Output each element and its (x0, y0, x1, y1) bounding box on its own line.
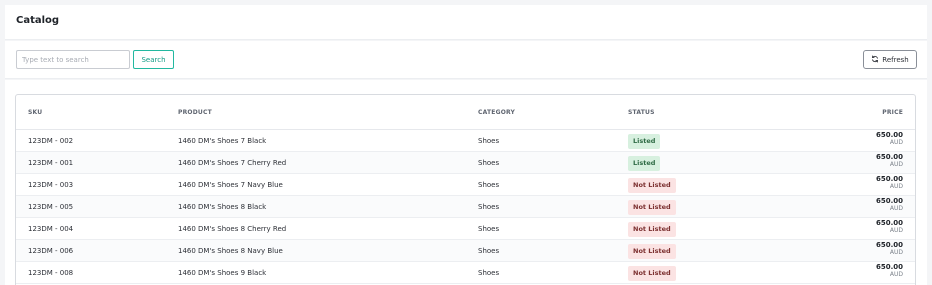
status-badge: Not Listed (628, 244, 676, 259)
price-amount: 650.00 (875, 263, 903, 271)
sku-cell: 123DM - 003 (28, 181, 74, 189)
refresh-button[interactable]: Refresh (863, 50, 917, 69)
search-input[interactable] (16, 50, 130, 69)
table-row[interactable]: 123DM - 004 1460 DM's Shoes 8 Cherry Red… (16, 218, 915, 240)
price-currency: AUD (889, 271, 903, 278)
status-badge: Not Listed (628, 200, 676, 215)
sku-cell: 123DM - 004 (28, 225, 74, 233)
sku-cell: 123DM - 006 (28, 247, 74, 255)
table-row[interactable]: 123DM - 002 1460 DM's Shoes 7 Black Shoe… (16, 130, 915, 152)
price-currency: AUD (889, 205, 903, 212)
price-currency: AUD (889, 249, 903, 256)
price-amount: 650.00 (875, 175, 903, 183)
category-cell: Shoes (478, 225, 500, 233)
price-cell: 650.00 AUD (876, 132, 903, 146)
status-badge: Not Listed (628, 222, 676, 237)
search-button[interactable]: Search (133, 50, 174, 69)
table-row[interactable]: 123DM - 003 1460 DM's Shoes 7 Navy Blue … (16, 174, 915, 196)
price-currency: AUD (889, 227, 903, 234)
price-cell: 650.00 AUD (876, 154, 903, 168)
price-currency: AUD (889, 161, 903, 168)
sku-cell: 123DM - 008 (28, 269, 74, 277)
column-header-sku[interactable]: SKU (28, 109, 42, 116)
table-row[interactable]: 123DM - 006 1460 DM's Shoes 8 Navy Blue … (16, 240, 915, 262)
toolbar: Search Refresh (5, 41, 927, 79)
price-cell: 650.00 AUD (876, 198, 903, 212)
price-cell: 650.00 AUD (876, 176, 903, 190)
product-cell: 1460 DM's Shoes 9 Black (178, 269, 267, 277)
page-title: Catalog (16, 15, 60, 26)
category-cell: Shoes (478, 181, 500, 189)
column-header-category[interactable]: CATEGORY (478, 109, 515, 116)
status-badge: Listed (628, 156, 661, 171)
page-header: Catalog (5, 5, 927, 40)
sku-cell: 123DM - 001 (28, 159, 74, 167)
category-cell: Shoes (478, 203, 500, 211)
price-amount: 650.00 (875, 197, 903, 205)
product-cell: 1460 DM's Shoes 7 Navy Blue (178, 181, 283, 189)
status-badge: Listed (628, 134, 661, 149)
column-header-product[interactable]: PRODUCT (178, 109, 212, 116)
status-badge: Not Listed (628, 266, 676, 281)
category-cell: Shoes (478, 159, 500, 167)
category-cell: Shoes (478, 247, 500, 255)
price-amount: 650.00 (875, 131, 903, 139)
refresh-button-label: Refresh (882, 55, 909, 64)
table-row[interactable]: 123DM - 008 1460 DM's Shoes 9 Black Shoe… (16, 262, 915, 284)
price-amount: 650.00 (875, 153, 903, 161)
status-badge: Not Listed (628, 178, 676, 193)
product-cell: 1460 DM's Shoes 8 Cherry Red (178, 225, 287, 233)
price-cell: 650.00 AUD (876, 242, 903, 256)
price-amount: 650.00 (875, 219, 903, 227)
category-cell: Shoes (478, 137, 500, 145)
table-row[interactable]: 123DM - 005 1460 DM's Shoes 8 Black Shoe… (16, 196, 915, 218)
price-currency: AUD (889, 139, 903, 146)
price-amount: 650.00 (875, 241, 903, 249)
product-cell: 1460 DM's Shoes 8 Navy Blue (178, 247, 283, 255)
product-cell: 1460 DM's Shoes 7 Cherry Red (178, 159, 287, 167)
table-header: SKU PRODUCT CATEGORY STATUS PRICE (16, 95, 915, 130)
catalog-table: SKU PRODUCT CATEGORY STATUS PRICE 123DM … (15, 94, 916, 285)
category-cell: Shoes (478, 269, 500, 277)
table-body: 123DM - 002 1460 DM's Shoes 7 Black Shoe… (16, 130, 915, 284)
sku-cell: 123DM - 005 (28, 203, 74, 211)
sku-cell: 123DM - 002 (28, 137, 74, 145)
price-cell: 650.00 AUD (876, 264, 903, 278)
column-header-status[interactable]: STATUS (628, 109, 655, 116)
price-cell: 650.00 AUD (876, 220, 903, 234)
column-header-price[interactable]: PRICE (882, 109, 903, 116)
table-row[interactable]: 123DM - 001 1460 DM's Shoes 7 Cherry Red… (16, 152, 915, 174)
product-cell: 1460 DM's Shoes 8 Black (178, 203, 267, 211)
price-currency: AUD (889, 183, 903, 190)
product-cell: 1460 DM's Shoes 7 Black (178, 137, 267, 145)
refresh-icon (871, 54, 879, 65)
